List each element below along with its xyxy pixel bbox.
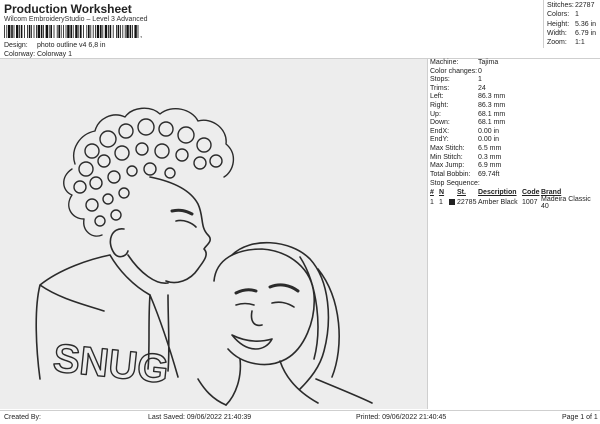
design-preview: SNUG [0, 59, 428, 409]
design-row: Design: photo outline v4 6,8 in [4, 42, 106, 49]
left-row: Left: 86.3 mm [430, 93, 506, 101]
colorway-label: Colorway: [4, 51, 36, 58]
boy-ear [109, 228, 129, 258]
hoodie-lettering: SNUG [51, 336, 171, 392]
boy-brow [170, 208, 194, 216]
endy-row: EndY: 0.00 in [430, 136, 500, 144]
boy-jaw [127, 254, 169, 284]
colorway-value: Colorway 1 [37, 51, 73, 58]
col-n: N [439, 189, 445, 197]
girl-brow-right [268, 283, 300, 293]
girl-nose [250, 310, 263, 327]
total-bobbin-row: Total Bobbin: 69.74ft [430, 170, 500, 178]
girl-neck [225, 358, 319, 406]
summary-height: Height: 5.36 in [547, 20, 597, 28]
thread-color-swatch [449, 198, 455, 205]
stops-row: Stops: 1 [430, 76, 482, 84]
summary-zoom: Zoom: 1:1 [547, 39, 585, 47]
summary-panel: Stitches: 22787 Colors: 1 Height: 5.36 in W… [543, 0, 600, 48]
colorway-row: Colorway: Colorway 1 [4, 51, 72, 58]
up-row: Up: 68.1 mm [430, 110, 506, 118]
embroidery-outline-artwork: SNUG [35, 107, 373, 406]
trims-row: Trims: 24 [430, 84, 486, 92]
right-row: Right: 86.3 mm [430, 101, 506, 109]
col-num: # [430, 189, 434, 197]
footer: Created By: Last Saved: 09/06/2022 21:40… [0, 410, 600, 424]
girl-eye-left [235, 302, 255, 306]
worksheet-title: Production Worksheet [4, 2, 132, 16]
printed-date: Printed: 09/06/2022 21:40:45 [356, 414, 447, 421]
software-subtitle: Wilcom EmbroideryStudio – Level 3 Advanc… [4, 16, 148, 23]
girl-shoulder [197, 378, 373, 406]
max-jump-row: Max Jump: 6.9 mm [430, 162, 502, 170]
created-by: Created By: [4, 414, 41, 421]
boy-eye [175, 219, 197, 228]
machine-info-panel: Machine: Tajima Color changes: 0 Stops: 1 T… [430, 59, 600, 210]
girl-hair [231, 241, 340, 390]
down-row: Down: 68.1 mm [430, 119, 506, 127]
machine-row: Machine: Tajima [430, 59, 499, 66]
col-code: Code [522, 189, 540, 197]
col-description: Description [478, 189, 517, 197]
summary-width: Width: 6.79 in [547, 29, 597, 37]
girl-brow-left [234, 288, 258, 295]
stop-sequence-title: Stop Sequence: [430, 180, 480, 188]
page-number: Page 1 of 1 [562, 414, 598, 421]
table-row: 1 1 22785 Amber Black 1007 Madeira Class… [430, 195, 591, 210]
girl-eye-right [271, 301, 295, 308]
design-value: photo outline v4 6,8 in [37, 42, 106, 49]
curly-hair [63, 107, 234, 237]
min-stitch-row: Min Stitch: 0.3 mm [430, 153, 502, 161]
color-changes-row: Color changes: 0 [430, 67, 482, 75]
col-st: St. [457, 189, 466, 197]
barcode [4, 25, 139, 38]
max-stitch-row: Max Stitch: 6.5 mm [430, 144, 502, 152]
barcode-tail: , [140, 30, 143, 39]
design-label: Design: [4, 42, 28, 49]
endx-row: EndX: 0.00 in [430, 127, 500, 135]
summary-stitches: Stitches: 22787 [547, 2, 595, 9]
summary-colors: Colors: 1 [547, 11, 579, 19]
boy-face-profile [149, 176, 211, 284]
girl-mouth [231, 334, 273, 350]
last-saved: Last Saved: 09/06/2022 21:40:39 [148, 414, 252, 421]
